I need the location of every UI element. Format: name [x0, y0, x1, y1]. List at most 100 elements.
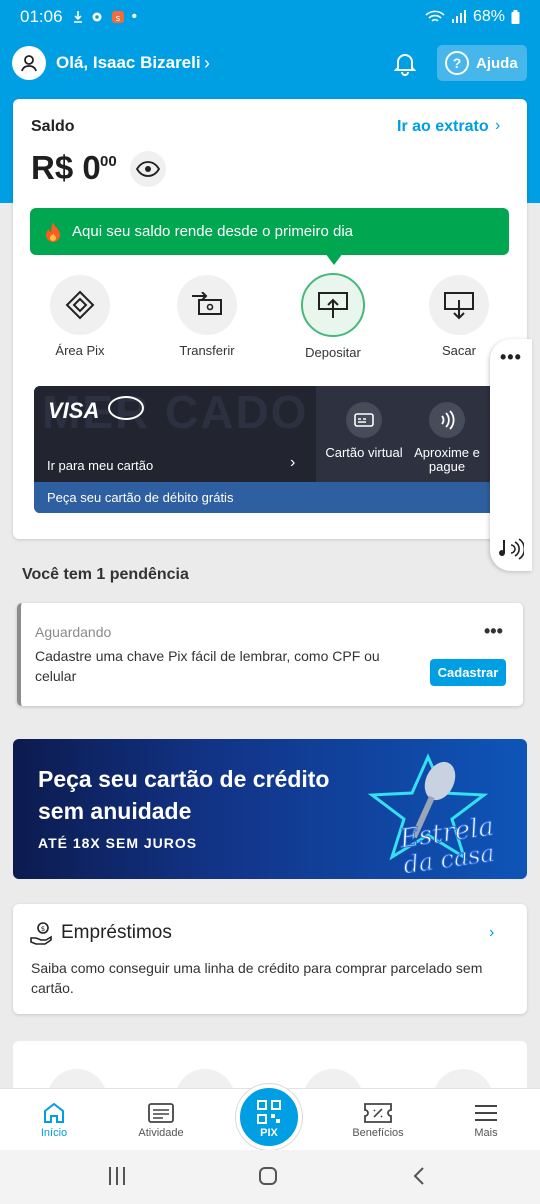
- status-bar: 01:06 s • 68%: [0, 0, 540, 33]
- action-label: Área Pix: [55, 343, 105, 358]
- action-label: Transferir: [179, 343, 235, 358]
- loans-card[interactable]: $ Empréstimos › Saiba como conseguir uma…: [13, 904, 527, 1014]
- withdraw-icon: [444, 292, 474, 320]
- action-deposit[interactable]: Depositar: [278, 273, 388, 360]
- balance-card: Saldo Ir ao extrato › R$ 0 00 Aqui seu s…: [13, 99, 527, 539]
- statement-link[interactable]: Ir ao extrato: [397, 118, 489, 136]
- action-transfer[interactable]: Transferir: [152, 275, 262, 358]
- gear-icon: [92, 12, 102, 21]
- debit-card-banner: MER CADO VISA Ir para meu cartão › Cartã…: [34, 386, 504, 513]
- action-area-pix-circle: [50, 275, 110, 335]
- virtual-card-icon: [354, 413, 374, 427]
- status-icons: s •: [73, 7, 138, 26]
- promo-banner-subtitle: ATÉ 18X SEM JUROS: [38, 835, 198, 851]
- battery-percent: 68%: [472, 7, 505, 25]
- more-options-icon[interactable]: •••: [500, 347, 522, 368]
- promo-banner-title: Peça seu cartão de crédito sem anuidade: [38, 766, 330, 824]
- contactless-icon: [441, 410, 455, 430]
- action-label: Depositar: [305, 345, 361, 360]
- back-icon: [413, 1167, 424, 1185]
- ticket-icon: [364, 1103, 392, 1123]
- avatar[interactable]: [12, 46, 46, 80]
- loan-hand-icon: $: [30, 922, 54, 951]
- credit-card-promo-banner[interactable]: Peça seu cartão de crédito sem anuidade …: [13, 739, 527, 879]
- eye-icon: [136, 161, 160, 177]
- action-area-pix[interactable]: Área Pix: [25, 275, 135, 358]
- battery-icon: [511, 9, 520, 24]
- pending-section-title: Você tem 1 pendência: [22, 566, 189, 583]
- pix-icon: [65, 290, 95, 320]
- qr-code-icon: [257, 1100, 281, 1124]
- recent-apps-button[interactable]: [108, 1166, 126, 1191]
- pix-label: PIX: [260, 1127, 278, 1139]
- balance-cents: 00: [100, 153, 117, 170]
- fire-icon: [46, 221, 60, 242]
- promo-pointer: [325, 253, 343, 265]
- nav-activity-label: Atividade: [138, 1127, 184, 1139]
- notifications-button[interactable]: [392, 50, 418, 81]
- wifi-icon: [425, 10, 445, 22]
- home-system-button[interactable]: [258, 1166, 278, 1191]
- user-icon: [21, 55, 37, 72]
- music-note-icon: [499, 538, 526, 560]
- app-notification-icon: s: [111, 10, 124, 24]
- pending-text: Cadastre uma chave Pix fácil de lembrar,…: [35, 648, 380, 684]
- greeting-text[interactable]: Olá, Isaac Bizareli: [56, 53, 201, 73]
- help-button[interactable]: ? Ajuda: [437, 45, 527, 81]
- yield-promo-bar[interactable]: Aqui seu saldo rende desde o primeiro di…: [30, 208, 509, 255]
- home-icon: [44, 1102, 64, 1123]
- nav-home-label: Início: [40, 1127, 68, 1139]
- more-notifications-dot: •: [131, 7, 138, 25]
- pix-button[interactable]: PIX: [236, 1084, 302, 1150]
- virtual-card-label: Cartão virtual: [325, 445, 403, 460]
- more-options-icon[interactable]: •••: [484, 621, 503, 642]
- system-navigation-bar: [0, 1150, 540, 1204]
- visa-logo: VISA: [48, 398, 100, 423]
- contactless-label: Aproxime e pague: [414, 445, 480, 474]
- nav-benefits-label: Benefícios: [352, 1127, 404, 1139]
- mercado-pago-logo-icon: [108, 396, 144, 420]
- microphone-star-icon: Estrela da casa: [367, 753, 497, 873]
- debit-card-request-link[interactable]: Peça seu cartão de débito grátis ›: [34, 482, 504, 513]
- register-pix-key-button[interactable]: Cadastrar: [430, 659, 506, 686]
- yield-promo-text: Aqui seu saldo rende desde o primeiro di…: [72, 223, 354, 240]
- download-icon: [73, 10, 82, 23]
- virtual-card-circle: [346, 402, 382, 438]
- nav-activity[interactable]: Atividade: [121, 1099, 201, 1139]
- svg-text:s: s: [115, 14, 120, 24]
- music-recognition-button[interactable]: [498, 537, 526, 566]
- menu-icon: [475, 1105, 497, 1121]
- debit-card-request-text: Peça seu cartão de débito grátis: [47, 490, 234, 505]
- recent-apps-icon: [109, 1167, 125, 1185]
- nav-benefits[interactable]: Benefícios: [338, 1099, 418, 1139]
- balance-title: Saldo: [31, 118, 75, 135]
- toggle-balance-visibility-button[interactable]: [130, 151, 166, 187]
- action-withdraw-circle: [429, 275, 489, 335]
- chevron-right-icon[interactable]: ›: [489, 924, 494, 942]
- deposit-icon: [318, 292, 348, 318]
- loans-title: Empréstimos: [61, 922, 172, 943]
- floating-side-widget[interactable]: •••: [490, 339, 532, 571]
- status-right: 68%: [425, 8, 520, 26]
- action-deposit-circle: [301, 273, 365, 337]
- bell-icon: [393, 54, 417, 76]
- back-button[interactable]: [412, 1166, 426, 1191]
- chevron-right-icon: ›: [290, 454, 296, 471]
- pending-status: Aguardando: [35, 624, 112, 640]
- loans-text: Saiba como conseguir uma linha de crédit…: [31, 960, 483, 996]
- nav-more[interactable]: Mais: [446, 1099, 526, 1139]
- activity-icon: [148, 1103, 174, 1123]
- svg-text:$: $: [41, 925, 45, 933]
- card-link-text: Ir para meu cartão: [47, 458, 154, 473]
- balance-amount: R$ 0: [31, 149, 101, 186]
- action-transfer-circle: [177, 275, 237, 335]
- pending-card: Aguardando Cadastre uma chave Pix fácil …: [17, 603, 523, 706]
- contactless-button[interactable]: Aproxime e pague: [406, 402, 488, 474]
- virtual-card-button[interactable]: Cartão virtual: [323, 402, 405, 460]
- status-time: 01:06: [20, 6, 63, 26]
- chevron-right-icon[interactable]: ›: [204, 53, 210, 74]
- contactless-circle: [429, 402, 465, 438]
- nav-home[interactable]: Início: [14, 1099, 94, 1139]
- card-link-area[interactable]: MER CADO VISA Ir para meu cartão ›: [34, 386, 316, 482]
- chevron-right-icon[interactable]: ›: [495, 117, 500, 135]
